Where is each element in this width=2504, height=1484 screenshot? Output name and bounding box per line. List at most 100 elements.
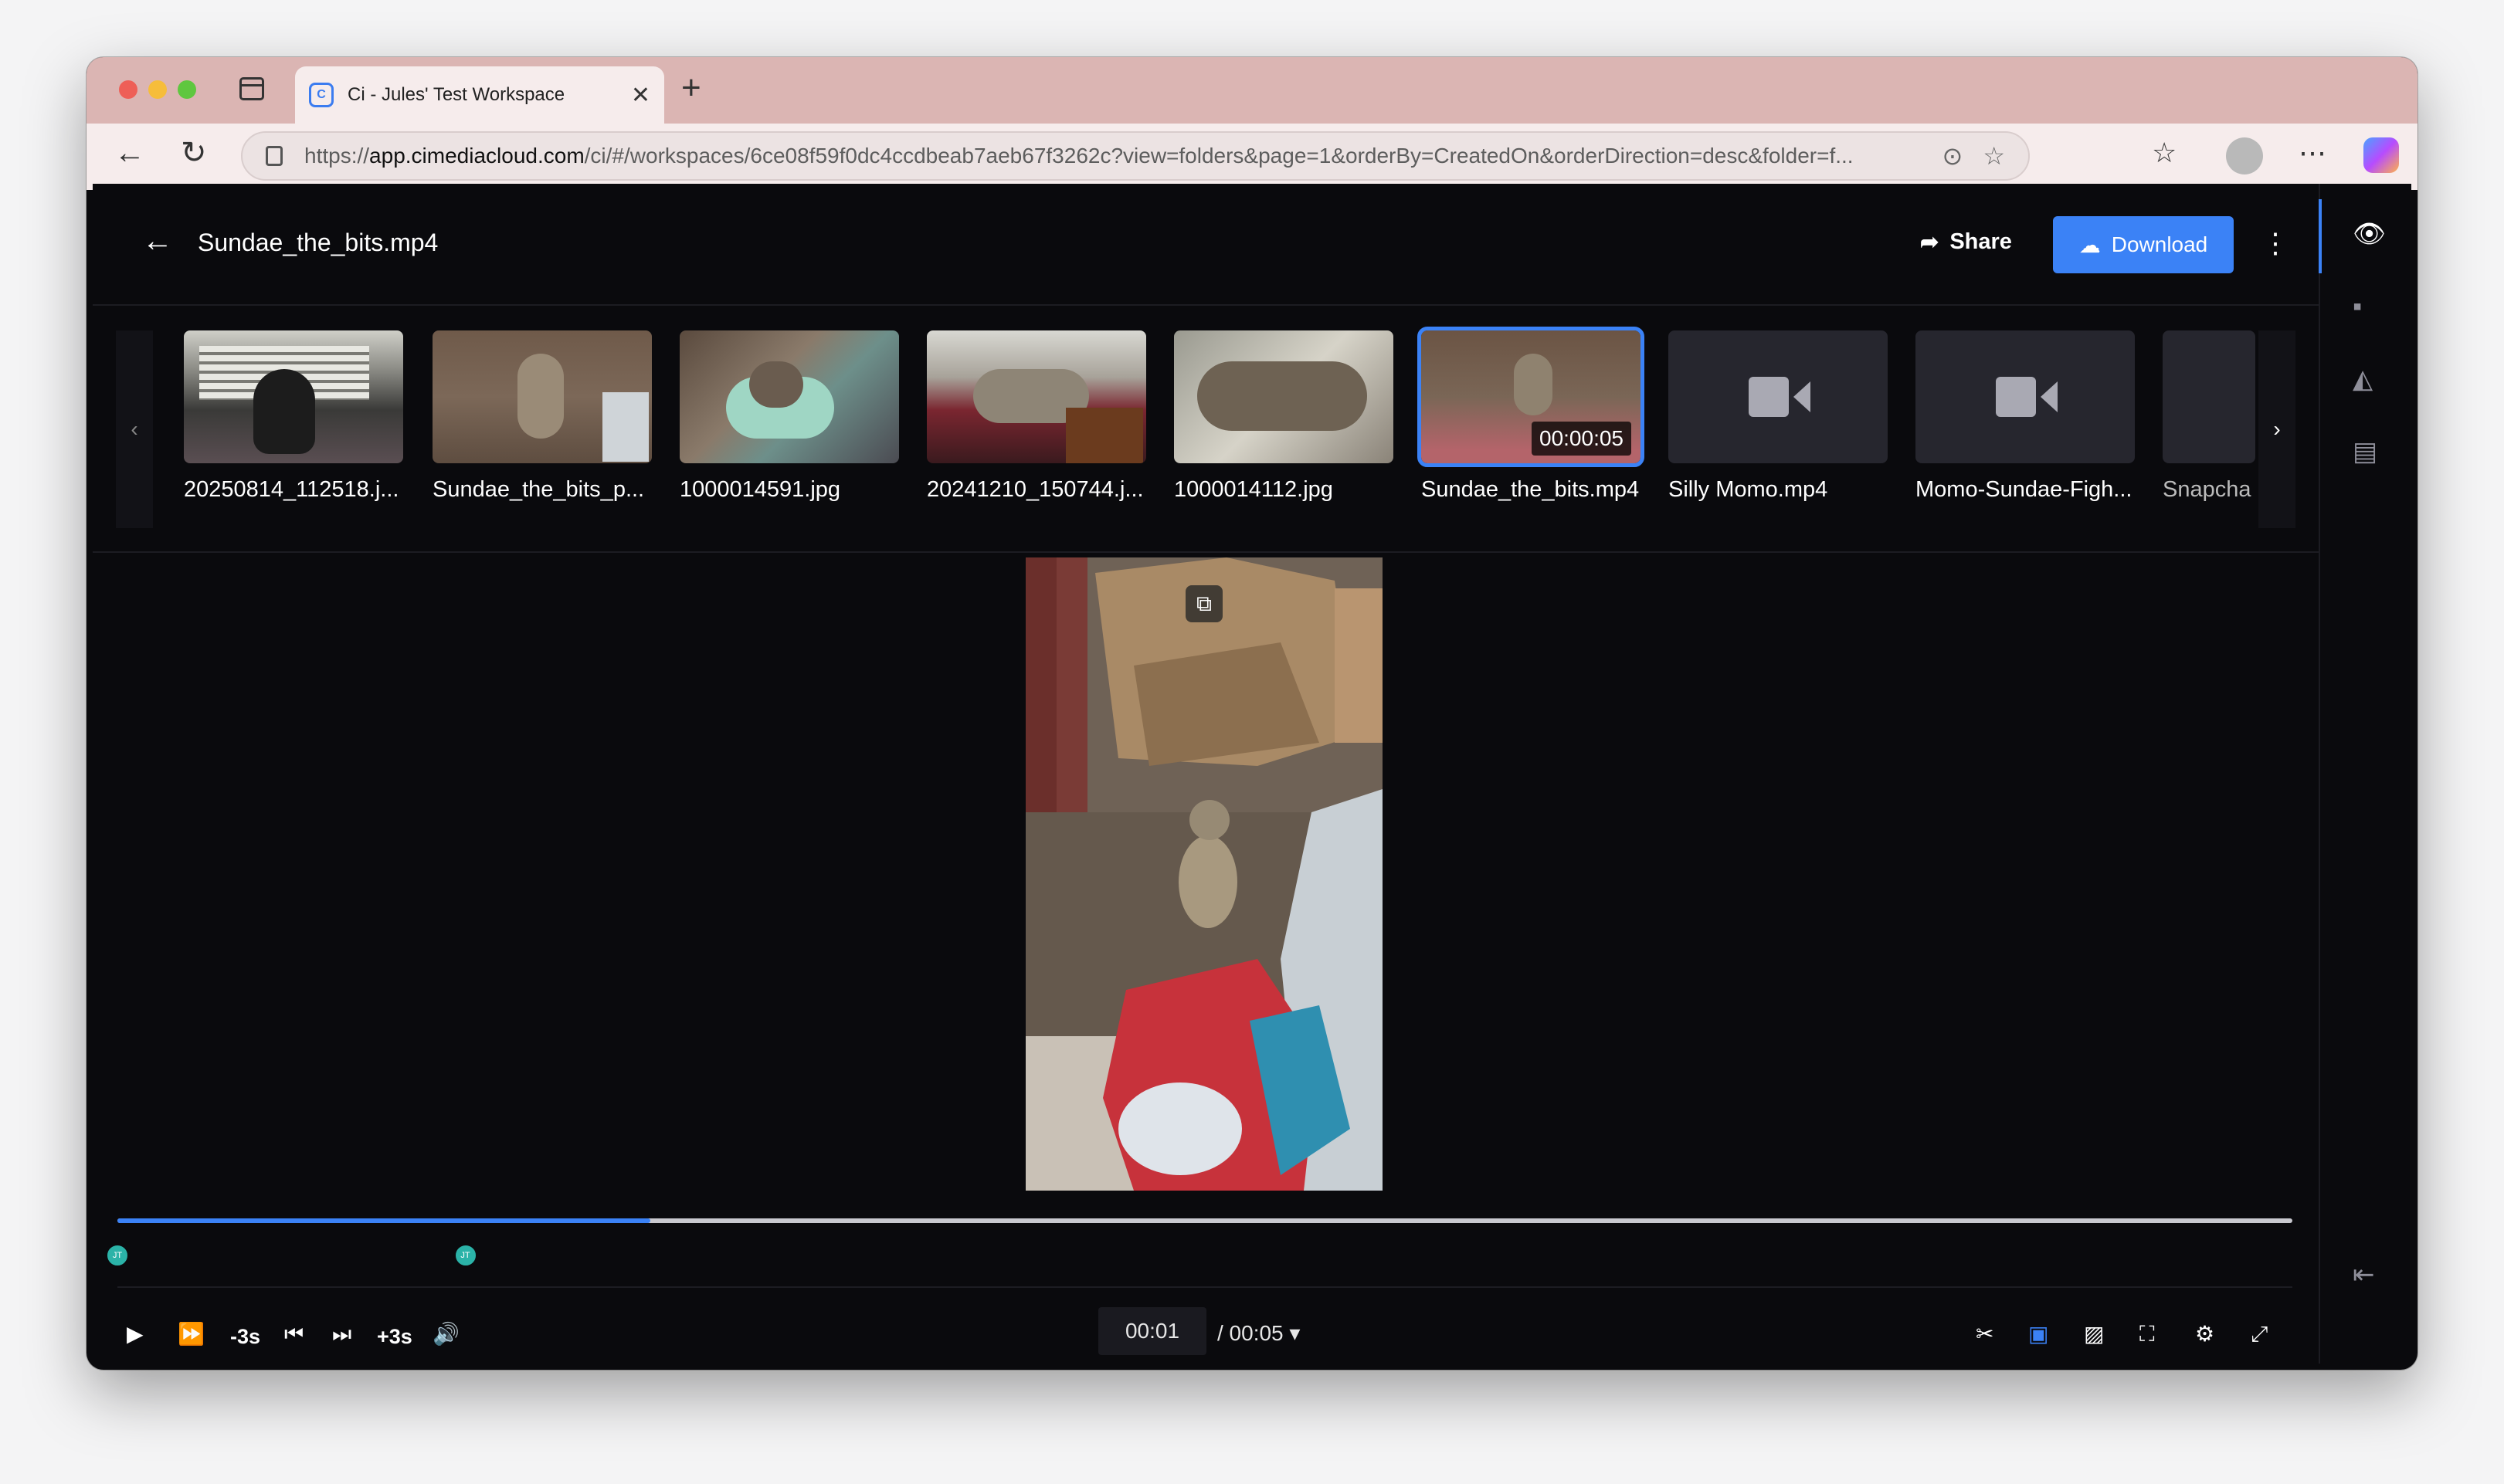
tab-title: Ci - Jules' Test Workspace	[348, 84, 565, 105]
profile-avatar[interactable]	[2226, 137, 2263, 174]
play-icon[interactable]: ▶	[127, 1323, 144, 1345]
filmstrip-item[interactable]: Sundae_the_bits_p...	[433, 330, 652, 503]
settings-gear-icon[interactable]: ⚙	[2195, 1323, 2214, 1345]
maximize-window-button[interactable]	[178, 80, 196, 99]
thumbnail-image	[184, 330, 403, 463]
video-progress-fill	[117, 1218, 650, 1223]
back-arrow-icon[interactable]: ←	[142, 224, 173, 259]
close-tab-icon[interactable]: ✕	[631, 82, 650, 109]
filmstrip-item-name: Momo-Sundae-Figh...	[1915, 477, 2132, 502]
right-sidebar: 👁 ▪ ◭ ▤ ⇤	[2319, 184, 2411, 1364]
browser-titlebar: C Ci - Jules' Test Workspace ✕ +	[87, 57, 2417, 124]
filmstrip-item-selected[interactable]: 00:00:05 Sundae_the_bits.mp4	[1417, 327, 1644, 503]
shapes-icon[interactable]: ◭	[2353, 366, 2373, 392]
volume-icon[interactable]: 🔊	[433, 1323, 460, 1345]
video-progress-bar[interactable]	[117, 1218, 2292, 1223]
download-label: Download	[2111, 232, 2208, 256]
asset-filmstrip: ‹ 20250814_112518.j... Sundae_the_bits_p…	[116, 327, 2295, 528]
share-icon: ➦	[1920, 230, 1939, 255]
video-camera-icon	[1749, 377, 1810, 417]
aspect-ratio-icon[interactable]: ⛶	[2139, 1323, 2155, 1345]
duration-text: / 00:05	[1217, 1321, 1284, 1345]
fast-forward-icon[interactable]: ⏩	[178, 1323, 205, 1345]
active-indicator	[2319, 199, 2322, 273]
filmstrip-item-name: 20241210_150744.j...	[927, 477, 1144, 502]
scissors-icon[interactable]: ✂	[1976, 1323, 1993, 1345]
download-button[interactable]: ☁ Download	[2053, 216, 2234, 273]
comments-icon[interactable]: ▪	[2353, 293, 2362, 320]
lock-icon	[266, 146, 283, 166]
filmstrip-item[interactable]: Momo-Sundae-Figh...	[1915, 330, 2135, 503]
viewer-header: ← Sundae_the_bits.mp4 ➦ Share ☁ Download…	[93, 184, 2319, 306]
preview-eye-icon[interactable]: 👁	[2353, 221, 2386, 247]
collapse-sidebar-icon[interactable]: ⇤	[2353, 1262, 2375, 1288]
thumbnail-image	[927, 330, 1146, 463]
new-tab-button[interactable]: +	[681, 71, 701, 105]
favorites-icon[interactable]: ☆	[2152, 139, 2177, 167]
more-options-icon[interactable]: ⋮	[2261, 227, 2289, 259]
thumbnail-placeholder	[1915, 330, 2135, 463]
browser-toolbar: ← ↻ https://app.cimediacloud.com/ci/#/wo…	[87, 124, 2417, 190]
picture-in-picture-icon[interactable]: ⧉	[1186, 585, 1223, 622]
previous-frame-icon[interactable]: ⏮	[284, 1323, 304, 1345]
browser-window: C Ci - Jules' Test Workspace ✕ + ← ↻ htt…	[87, 57, 2417, 1370]
favorite-star-icon[interactable]: ☆	[1983, 141, 2005, 171]
filmstrip-mode-icon[interactable]: ▣	[2028, 1323, 2048, 1345]
reader-mode-icon[interactable]: ⊙	[1942, 141, 1963, 171]
divider	[93, 551, 2319, 553]
video-duration-badge: 00:00:05	[1532, 422, 1631, 456]
reload-icon[interactable]: ↻	[181, 137, 207, 168]
filmstrip-item[interactable]: 20241210_150744.j...	[927, 330, 1146, 503]
cloud-download-icon: ☁	[2078, 232, 2101, 257]
back-arrow-icon[interactable]: ←	[114, 137, 145, 168]
desktop-background: C Ci - Jules' Test Workspace ✕ + ← ↻ htt…	[0, 0, 2504, 1484]
thumbnail-image	[1174, 330, 1393, 463]
share-label: Share	[1949, 229, 2012, 254]
filmstrip-item-name: Snapcha	[2163, 477, 2251, 502]
file-title: Sundae_the_bits.mp4	[198, 229, 439, 256]
filmstrip-next-button[interactable]: ›	[2258, 330, 2295, 528]
next-frame-icon[interactable]: ⏭	[332, 1323, 351, 1345]
chevron-down-icon: ▾	[1289, 1321, 1301, 1345]
comment-marker[interactable]: JT	[453, 1243, 478, 1268]
forward-3s-button[interactable]: +3s	[377, 1326, 412, 1347]
comment-marker[interactable]: JT	[105, 1243, 130, 1268]
copilot-icon[interactable]	[2363, 137, 2399, 173]
more-menu-icon[interactable]: ⋯	[2299, 139, 2326, 167]
image-capture-icon[interactable]: ▨	[2084, 1323, 2104, 1345]
thumbnail-placeholder	[1668, 330, 1888, 463]
filmstrip-item[interactable]: Snapcha	[2163, 330, 2255, 503]
address-bar[interactable]: https://app.cimediacloud.com/ci/#/worksp…	[241, 131, 2030, 181]
filmstrip-item-name: Sundae_the_bits.mp4	[1421, 477, 1640, 502]
close-window-button[interactable]	[119, 80, 137, 99]
filmstrip-item-name: Silly Momo.mp4	[1668, 477, 1828, 502]
thumbnail-image	[680, 330, 899, 463]
thumbnail-image: 00:00:05	[1417, 327, 1644, 467]
video-camera-icon	[1996, 377, 2058, 417]
duration-dropdown[interactable]: / 00:05 ▾	[1217, 1320, 1300, 1346]
metadata-tt-icon[interactable]: ▤	[2353, 439, 2377, 465]
minimize-window-button[interactable]	[148, 80, 167, 99]
rewind-3s-button[interactable]: -3s	[230, 1326, 260, 1347]
thumbnail-placeholder	[2163, 330, 2255, 463]
filmstrip-item[interactable]: 1000014112.jpg	[1174, 330, 1393, 503]
filmstrip-prev-button[interactable]: ‹	[116, 330, 153, 528]
filmstrip-item[interactable]: Silly Momo.mp4	[1668, 330, 1888, 503]
filmstrip-item-name: 1000014112.jpg	[1174, 477, 1333, 502]
video-player[interactable]	[1026, 557, 1383, 1191]
filmstrip-item-name: 1000014591.jpg	[680, 477, 841, 502]
filmstrip-item[interactable]: 20250814_112518.j...	[184, 330, 403, 503]
filmstrip-item[interactable]: 1000014591.jpg	[680, 330, 899, 503]
fullscreen-icon[interactable]: ⤢	[2251, 1323, 2268, 1345]
current-time-field[interactable]: 00:01	[1098, 1307, 1206, 1355]
filmstrip-item-name: 20250814_112518.j...	[184, 477, 399, 502]
url-text[interactable]: https://app.cimediacloud.com/ci/#/worksp…	[304, 144, 1922, 168]
favicon-icon: C	[309, 83, 334, 107]
browser-tab[interactable]: C Ci - Jules' Test Workspace ✕	[295, 66, 664, 124]
media-viewer-app: ← Sundae_the_bits.mp4 ➦ Share ☁ Download…	[93, 184, 2411, 1364]
thumbnail-image	[433, 330, 652, 463]
share-button[interactable]: ➦ Share	[1920, 229, 2012, 256]
tab-actions-icon[interactable]	[239, 77, 264, 100]
video-frame	[1026, 557, 1383, 1191]
divider	[117, 1286, 2292, 1288]
